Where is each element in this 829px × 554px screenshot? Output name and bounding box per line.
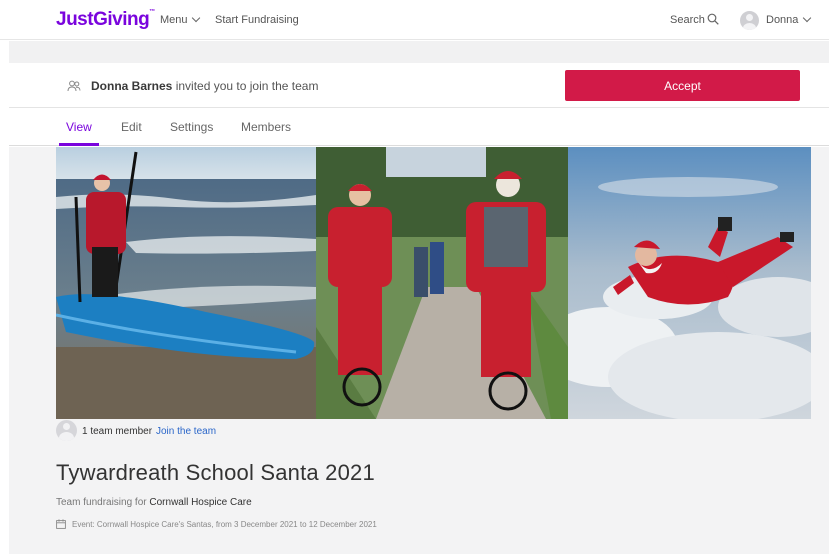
calendar-icon bbox=[56, 519, 66, 529]
member-count: 1 team member bbox=[82, 426, 153, 437]
fundraising-for: Team fundraising for Cornwall Hospice Ca… bbox=[56, 497, 252, 508]
member-avatar bbox=[56, 420, 77, 441]
team-member-row: 1 team member Join the team bbox=[56, 420, 810, 442]
cover-photo-paddleboard bbox=[56, 147, 316, 419]
top-navigation: JustGiving™ Menu Start Fundraising Searc… bbox=[0, 0, 829, 40]
tab-edit[interactable]: Edit bbox=[121, 120, 142, 134]
team-tabs: View Edit Settings Members bbox=[9, 108, 829, 146]
invite-message: Donna Barnes invited you to join the tea… bbox=[91, 79, 319, 93]
user-avatar[interactable] bbox=[740, 11, 759, 30]
cover-photo-cyclists bbox=[316, 147, 568, 419]
tab-view[interactable]: View bbox=[66, 120, 92, 134]
active-tab-indicator bbox=[59, 143, 99, 146]
user-menu[interactable]: Donna bbox=[766, 13, 812, 26]
team-icon bbox=[67, 80, 81, 92]
start-fundraising-link[interactable]: Start Fundraising bbox=[215, 14, 299, 26]
search-link[interactable]: Search bbox=[670, 14, 705, 26]
join-team-link[interactable]: Join the team bbox=[156, 426, 216, 437]
chevron-down-icon bbox=[803, 13, 812, 23]
menu-dropdown[interactable]: Menu bbox=[160, 13, 200, 26]
accept-button[interactable]: Accept bbox=[565, 70, 800, 101]
search-icon[interactable] bbox=[707, 13, 719, 25]
tab-members[interactable]: Members bbox=[241, 120, 291, 134]
page-title: Tywardreath School Santa 2021 bbox=[56, 460, 375, 485]
charity-name[interactable]: Cornwall Hospice Care bbox=[149, 497, 251, 508]
justgiving-logo[interactable]: JustGiving™ bbox=[56, 9, 155, 31]
chevron-down-icon bbox=[191, 13, 200, 23]
cover-photo-skydiver bbox=[568, 147, 811, 419]
tab-settings[interactable]: Settings bbox=[170, 120, 213, 134]
event-details: Event: Cornwall Hospice Care's Santas, f… bbox=[72, 520, 377, 529]
page-spacer bbox=[9, 41, 829, 63]
invite-banner: Donna Barnes invited you to join the tea… bbox=[9, 63, 829, 108]
